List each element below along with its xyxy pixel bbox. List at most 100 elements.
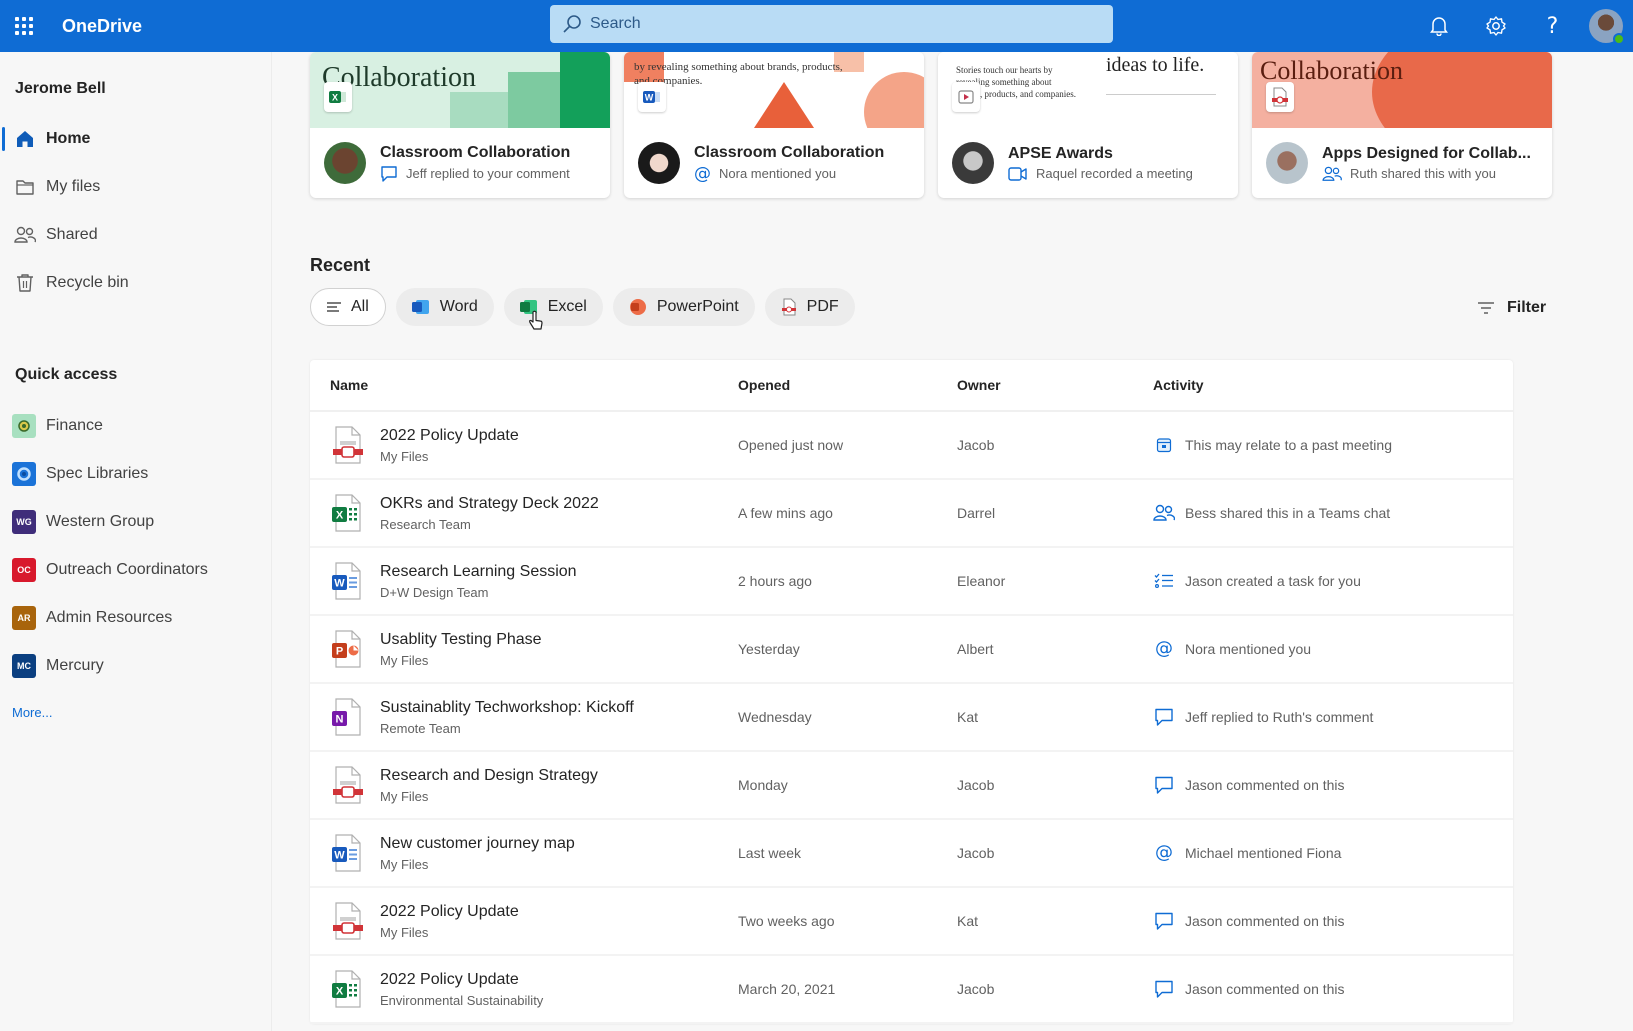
calendar-icon (1153, 437, 1175, 453)
table-row[interactable]: X 2022 Policy Update Environmental Sustain… (310, 956, 1513, 1024)
notifications-button[interactable] (1410, 0, 1467, 52)
opened-cell: Opened just now (738, 437, 844, 453)
file-location: My Files (380, 448, 429, 464)
opened-cell: A few mins ago (738, 505, 833, 521)
excel-file-icon: X (330, 969, 364, 1009)
file-name[interactable]: Research Learning Session (380, 563, 577, 581)
filter-button[interactable]: Filter (1477, 292, 1546, 324)
quick-access-label: Outreach Coordinators (46, 561, 208, 578)
quick-access-admin-resources[interactable]: AR Admin Resources (0, 594, 272, 642)
file-name[interactable]: New customer journey map (380, 835, 575, 853)
app-title[interactable]: OneDrive (62, 16, 142, 37)
card-title: APSE Awards (1008, 144, 1113, 162)
owner-cell: Eleanor (957, 573, 1006, 589)
table-row[interactable]: N Sustainablity Techworkshop: Kickoff Remo… (310, 684, 1513, 752)
search-box[interactable] (550, 5, 1113, 43)
help-icon: ? (1546, 13, 1559, 39)
help-button[interactable]: ? (1524, 0, 1581, 52)
file-name[interactable]: OKRs and Strategy Deck 2022 (380, 495, 599, 513)
card-activity: Raquel recorded a meeting (1008, 166, 1224, 182)
owner-cell: Jacob (957, 437, 995, 453)
file-name[interactable]: Research and Design Strategy (380, 767, 598, 785)
file-name-cell: W Research Learning Session D+W Design Tea… (310, 561, 736, 601)
owner-cell: Jacob (957, 845, 995, 861)
column-header-name[interactable]: Name (310, 377, 736, 393)
comment-icon (1153, 775, 1175, 795)
file-name[interactable]: 2022 Policy Update (380, 903, 519, 921)
svg-text:W: W (645, 93, 654, 103)
pdf-file-icon (330, 901, 364, 941)
card-thumbnail-text: by revealing something about brands, pro… (634, 61, 843, 87)
powerpoint-icon (629, 298, 647, 316)
sidebar: Jerome Bell Home My files Shared Recycle… (0, 52, 272, 1031)
svg-text:W: W (334, 850, 345, 862)
file-name[interactable]: 2022 Policy Update (380, 427, 519, 445)
file-name[interactable]: Usablity Testing Phase (380, 631, 542, 649)
quick-access-western-group[interactable]: WG Western Group (0, 498, 272, 546)
quick-access-outreach-coordinators[interactable]: OC Outreach Coordinators (0, 546, 272, 594)
sidebar-item-shared[interactable]: Shared (0, 211, 272, 259)
table-row[interactable]: W Research Learning Session D+W Design Tea… (310, 548, 1513, 616)
filter-word[interactable]: Word (395, 288, 494, 326)
folder-icon (14, 176, 36, 198)
activity-cell: @ Michael mentioned Fiona (1151, 844, 1513, 862)
card-activity: @ Nora mentioned you (694, 165, 910, 183)
file-name[interactable]: Sustainablity Techworkshop: Kickoff (380, 699, 634, 717)
card-activity: Ruth shared this with you (1322, 166, 1538, 182)
avatar (324, 142, 366, 184)
quick-access-spec-libraries[interactable]: Spec Libraries (0, 450, 272, 498)
mention-icon: @ (1155, 638, 1173, 659)
app-launcher-button[interactable] (0, 2, 48, 50)
card-body: Classroom Collaboration @ Nora mentioned… (624, 128, 924, 198)
table-body: 2022 Policy Update My Files Opened just no… (310, 412, 1513, 1024)
quick-access-finance[interactable]: Finance (0, 402, 272, 450)
card-activity-text: Jeff replied to your comment (406, 166, 570, 181)
filter-powerpoint[interactable]: PowerPoint (612, 288, 755, 326)
filter-all[interactable]: All (310, 288, 386, 326)
table-row[interactable]: Research and Design Strategy My Files Mond… (310, 752, 1513, 820)
quick-access-label: Mercury (46, 657, 104, 674)
sidebar-item-recycle-bin[interactable]: Recycle bin (0, 259, 272, 307)
opened-cell: Two weeks ago (738, 913, 835, 929)
quick-access-title: Quick access (15, 366, 118, 383)
activity-cell: This may relate to a past meeting (1151, 437, 1513, 453)
settings-button[interactable] (1467, 0, 1524, 52)
owner-cell: Kat (957, 709, 979, 725)
pdf-file-icon (330, 425, 364, 465)
table-row[interactable]: X OKRs and Strategy Deck 2022 Research Tea… (310, 480, 1513, 548)
recommended-card[interactable]: by revealing something about brands, pro… (624, 52, 924, 198)
quick-access-label: Admin Resources (46, 609, 173, 626)
outreach-coordinators-site-icon: OC (12, 558, 36, 582)
activity-text: Bess shared this in a Teams chat (1185, 505, 1391, 521)
file-type-filters: All Word Excel PowerPoint PDF (310, 288, 855, 326)
column-header-owner[interactable]: Owner (954, 377, 1151, 393)
table-row[interactable]: P Usablity Testing Phase My Files Yesterday… (310, 616, 1513, 684)
opened-cell: March 20, 2021 (738, 981, 836, 997)
recommended-card[interactable]: Collaboration Apps Designed for Collab..… (1252, 52, 1552, 198)
table-row[interactable]: 2022 Policy Update My Files Two weeks ago K… (310, 888, 1513, 956)
card-body: Apps Designed for Collab... Ruth shared … (1252, 128, 1552, 198)
filter-pdf[interactable]: PDF (764, 288, 855, 326)
sidebar-item-label: Shared (46, 226, 98, 243)
quick-access-mercury[interactable]: MC Mercury (0, 642, 272, 690)
column-header-activity[interactable]: Activity (1151, 377, 1513, 393)
avatar (1266, 142, 1308, 184)
avatar[interactable] (1589, 9, 1625, 45)
recommended-card[interactable]: Stories touch our hearts by revealing so… (938, 52, 1238, 198)
filter-excel[interactable]: Excel (503, 288, 603, 326)
column-header-opened[interactable]: Opened (736, 377, 954, 393)
table-row[interactable]: W New customer journey map My Files Last we… (310, 820, 1513, 888)
card-title: Classroom Collaboration (380, 143, 571, 161)
sidebar-item-my-files[interactable]: My files (0, 163, 272, 211)
gear-icon (1485, 16, 1506, 36)
file-name[interactable]: 2022 Policy Update (380, 971, 543, 989)
search-input[interactable] (590, 15, 1070, 33)
quick-access-more-link[interactable]: More... (12, 705, 52, 720)
card-activity: Jeff replied to your comment (380, 165, 596, 183)
card-activity-text: Raquel recorded a meeting (1036, 166, 1193, 181)
file-location: My Files (380, 652, 429, 668)
sidebar-item-home[interactable]: Home (0, 115, 272, 163)
table-row[interactable]: 2022 Policy Update My Files Opened just no… (310, 412, 1513, 480)
file-name-cell: X OKRs and Strategy Deck 2022 Research Tea… (310, 493, 736, 533)
recommended-card[interactable]: Collaboration X Classroom Collaboration … (310, 52, 610, 198)
